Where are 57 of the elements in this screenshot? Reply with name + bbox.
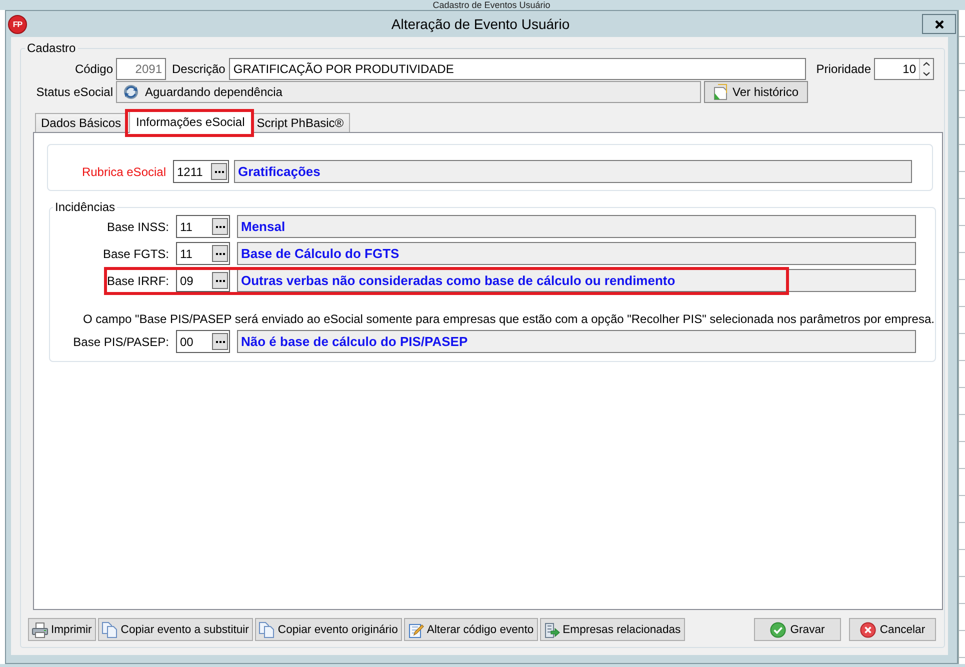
field-label: Descrição — [172, 62, 226, 76]
field-label: Base IRRF: — [106, 274, 169, 288]
cancel-button[interactable]: Cancelar — [849, 618, 936, 641]
priority-spinner[interactable]: 10 — [874, 58, 934, 80]
history-button[interactable]: Ver histórico — [704, 81, 808, 103]
cancel-icon — [860, 622, 876, 638]
increment-button[interactable] — [919, 59, 933, 69]
window-title: Alteração de Evento Usuário — [391, 16, 571, 32]
field-label: Prioridade — [816, 62, 871, 76]
check-circle-icon — [770, 622, 786, 638]
close-icon — [934, 20, 944, 28]
chevron-up-icon — [923, 62, 930, 66]
tab[interactable]: Dados Básicos — [35, 113, 128, 132]
group-label: Cadastro — [26, 41, 77, 55]
field-label: Rubrica eSocial — [80, 164, 166, 178]
note-text: O campo "Base PIS/PASEP será enviado ao eSocial somente para empresas que estão com a opção "Recolher PIS" selecionada nos parâmetros por empresa. — [83, 312, 935, 326]
description-field[interactable]: GRATIFICAÇÃO POR PRODUTIVIDADE — [229, 58, 806, 80]
companies-button[interactable]: Empresas relacionadas — [540, 618, 685, 641]
description-field: Outras verbas não consideradas como base de cálculo ou rendimento — [237, 269, 916, 292]
code-field[interactable]: 1211 — [173, 160, 229, 183]
document-icon — [713, 84, 728, 100]
copy-button[interactable]: Copiar evento a substituir — [98, 618, 253, 641]
field-label: Base INSS: — [106, 220, 169, 234]
field-label: Base FGTS: — [102, 246, 169, 260]
description-field: Mensal — [237, 215, 916, 238]
field-label: Base PIS/PASEP: — [72, 334, 169, 348]
browse-button[interactable] — [211, 163, 227, 180]
code-field[interactable]: 11 — [176, 215, 230, 238]
close-button[interactable] — [922, 14, 956, 34]
field-label: Status eSocial — [35, 85, 113, 99]
print-button[interactable]: Imprimir — [28, 618, 96, 641]
background-window-title: Cadastro de Eventos Usuário — [432, 0, 552, 10]
copy-icon — [102, 622, 118, 638]
status-value: Aguardando dependência — [145, 85, 282, 99]
decrement-button[interactable] — [919, 69, 933, 79]
browse-button[interactable] — [212, 245, 228, 262]
description-field: Base de Cálculo do FGTS — [237, 242, 916, 265]
building-arrow-icon — [544, 622, 560, 638]
field-label: Código — [74, 62, 113, 76]
description-field: Não é base de cálculo do PIS/PASEP — [237, 330, 916, 353]
copy-button[interactable]: Copiar evento originário — [254, 618, 402, 641]
browse-button[interactable] — [212, 272, 228, 289]
edit-button[interactable]: Alterar código evento — [404, 618, 538, 641]
edit-icon — [408, 622, 424, 638]
browse-button[interactable] — [212, 218, 228, 235]
chevron-down-icon — [923, 72, 930, 76]
printer-icon — [32, 622, 48, 638]
code-field[interactable]: 09 — [176, 269, 230, 292]
group-label: Incidências — [54, 200, 116, 214]
app-logo: FP — [8, 14, 27, 34]
save-button[interactable]: Gravar — [754, 618, 841, 641]
browse-button[interactable] — [212, 333, 228, 350]
code-field[interactable]: 00 — [176, 330, 230, 353]
copy-icon — [258, 622, 275, 638]
description-field: Gratificações — [234, 160, 912, 183]
code-field[interactable]: 11 — [176, 242, 230, 265]
refresh-icon — [123, 84, 139, 100]
